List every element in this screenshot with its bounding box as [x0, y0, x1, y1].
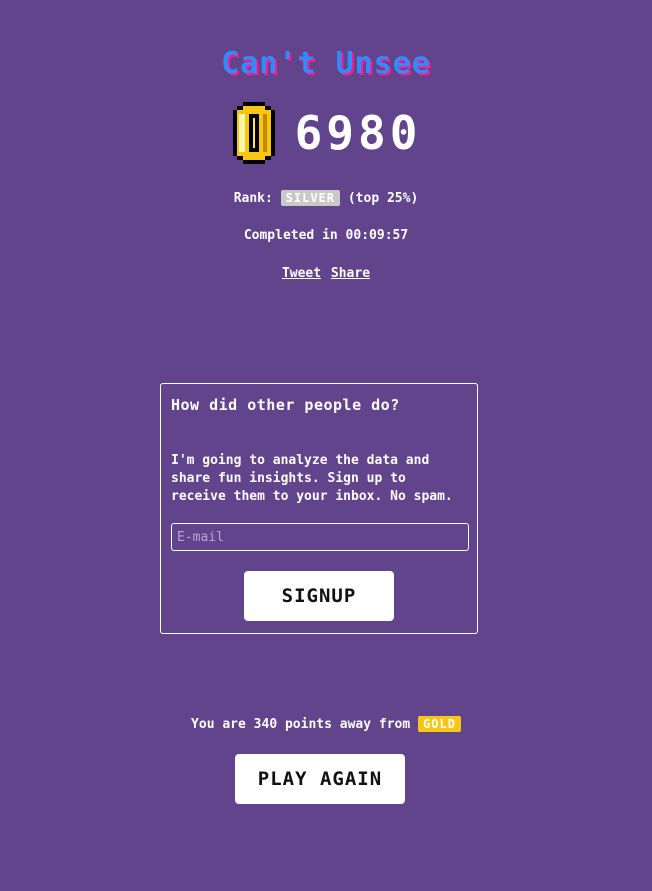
- rank-badge-gold: GOLD: [418, 716, 461, 732]
- signup-description: I'm going to analyze the data and share …: [171, 453, 453, 504]
- play-again-button[interactable]: PLAY AGAIN: [235, 754, 405, 804]
- coin-icon: [232, 102, 275, 164]
- completion-time: Completed in 00:09:57: [243, 228, 409, 243]
- signup-heading: How did other people do?: [171, 396, 400, 414]
- signup-button[interactable]: SIGNUP: [244, 571, 394, 621]
- next-rank-prefix: You are: [191, 717, 246, 732]
- tweet-link[interactable]: Tweet: [282, 266, 321, 281]
- points-away: 340: [253, 717, 278, 732]
- score-value: 6980: [294, 106, 422, 160]
- email-field[interactable]: [171, 523, 469, 551]
- share-links: Tweet Share: [0, 266, 652, 281]
- rank-label: Rank:: [233, 191, 273, 206]
- next-rank-line: You are 340 points away from GOLD: [0, 716, 652, 732]
- game-title: Can't Unsee: [221, 46, 431, 81]
- score-row: 6980: [0, 100, 652, 166]
- next-rank-middle: points away from: [284, 717, 411, 732]
- share-link[interactable]: Share: [331, 266, 370, 281]
- rank-badge-silver: SILVER: [280, 190, 341, 206]
- signup-card: How did other people do? I'm going to an…: [160, 383, 478, 634]
- rank-percentile: (top 25%): [347, 191, 419, 206]
- rank-line: Rank: SILVER (top 25%): [0, 190, 652, 206]
